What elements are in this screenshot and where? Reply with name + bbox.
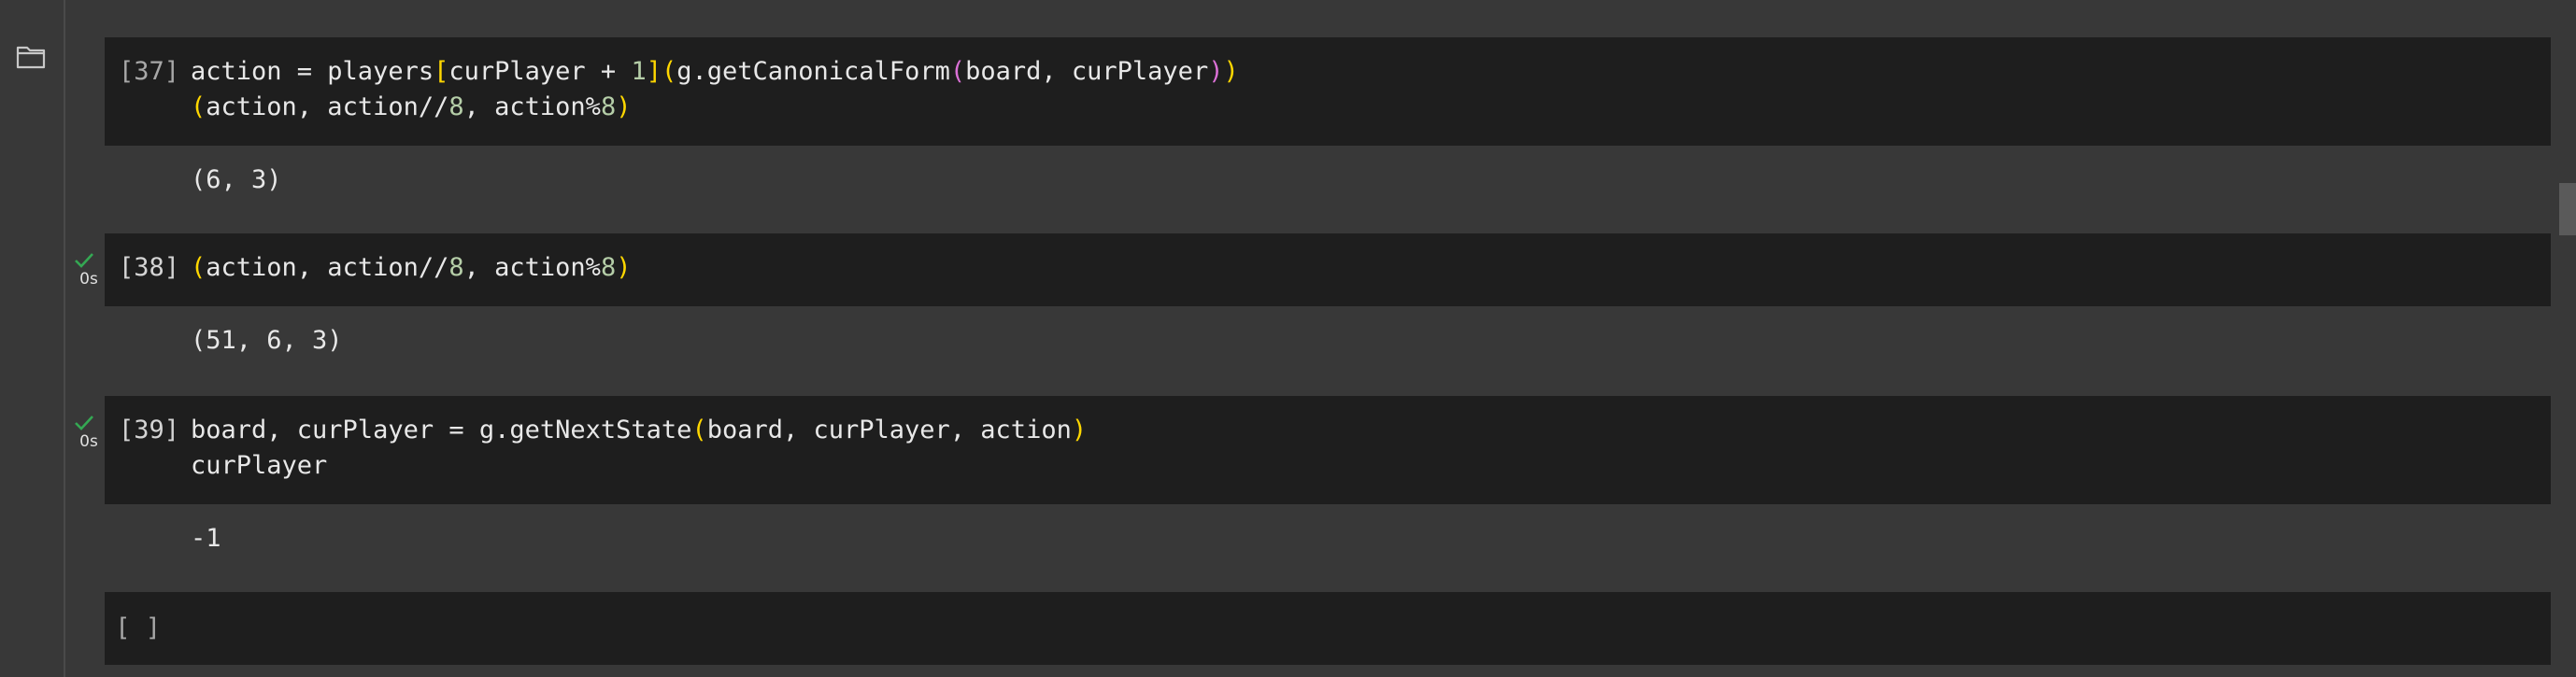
sidebar [0, 0, 65, 677]
notebook: [37] action = players[curPlayer + 1](g.g… [65, 0, 2576, 677]
code-token: 1 [631, 57, 647, 86]
code-token: 8 [600, 253, 617, 282]
folder-icon[interactable] [16, 45, 46, 69]
code-token: ( [191, 92, 206, 121]
run-time: 0s [79, 270, 98, 289]
code-token: board, curPlayer, action [706, 416, 1072, 444]
code-cell[interactable]: [37] action = players[curPlayer + 1](g.g… [105, 37, 2551, 194]
code-token: action = players [191, 57, 434, 86]
code-editor[interactable]: [38] (action, action//8, action%8) [105, 233, 2551, 306]
code-token: , action% [463, 92, 601, 121]
code-token: ) [616, 92, 632, 121]
code-token: [ [434, 57, 449, 86]
cell-output: (6, 3) [191, 165, 282, 194]
run-status[interactable]: 0s [73, 413, 105, 450]
code-token: action, action// [206, 92, 449, 121]
code-line: curPlayer [191, 448, 327, 484]
code-token: , action% [463, 253, 601, 282]
code-token: ) [1208, 57, 1224, 86]
code-token: ) [1223, 57, 1239, 86]
code-cell[interactable]: [38] (action, action//8, action%8) (51, … [105, 233, 2551, 355]
code-cell[interactable]: [39] board, curPlayer = g.getNextState(b… [105, 396, 2551, 553]
code-token: ( [691, 416, 707, 444]
code-token: 8 [448, 253, 464, 282]
check-icon [75, 416, 93, 430]
code-editor[interactable]: [37] action = players[curPlayer + 1](g.g… [105, 37, 2551, 146]
cell-output: -1 [191, 524, 221, 553]
run-time: 0s [79, 432, 98, 451]
code-token: ( [191, 253, 206, 282]
code-editor[interactable]: [39] board, curPlayer = g.getNextState(b… [105, 396, 2551, 504]
check-icon [75, 253, 93, 268]
code-token: 8 [448, 92, 464, 121]
cell-output: (51, 6, 3) [191, 326, 343, 355]
scrollbar-thumb[interactable] [2559, 183, 2576, 235]
code-line: action = players[curPlayer + 1](g.getCan… [191, 54, 1239, 90]
code-token: ( [661, 57, 677, 86]
code-editor[interactable]: [ ] [105, 592, 2551, 665]
code-token: ) [616, 253, 632, 282]
code-token: curPlayer [191, 451, 328, 480]
execution-count: [37] [118, 57, 179, 86]
execution-count: [38] [118, 253, 179, 282]
code-token: 8 [600, 92, 617, 121]
code-token: ) [1071, 416, 1088, 444]
execution-count[interactable]: [ ] [105, 611, 161, 646]
execution-count: [39] [118, 416, 179, 444]
code-token: board, curPlayer [965, 57, 1209, 86]
run-status[interactable]: 0s [73, 250, 105, 288]
code-line: board, curPlayer = g.getNextState(board,… [191, 413, 1087, 448]
code-token: action, action// [206, 253, 449, 282]
code-line: (action, action//8, action%8) [191, 90, 631, 125]
code-token: curPlayer + [448, 57, 632, 86]
code-token: ] [646, 57, 662, 86]
code-token: ( [949, 57, 966, 86]
code-token: board, curPlayer = g.getNextState [191, 416, 692, 444]
code-line: (action, action//8, action%8) [191, 250, 631, 286]
code-cell[interactable]: [ ] [105, 592, 2551, 665]
code-token: g.getCanonicalForm [676, 57, 950, 86]
